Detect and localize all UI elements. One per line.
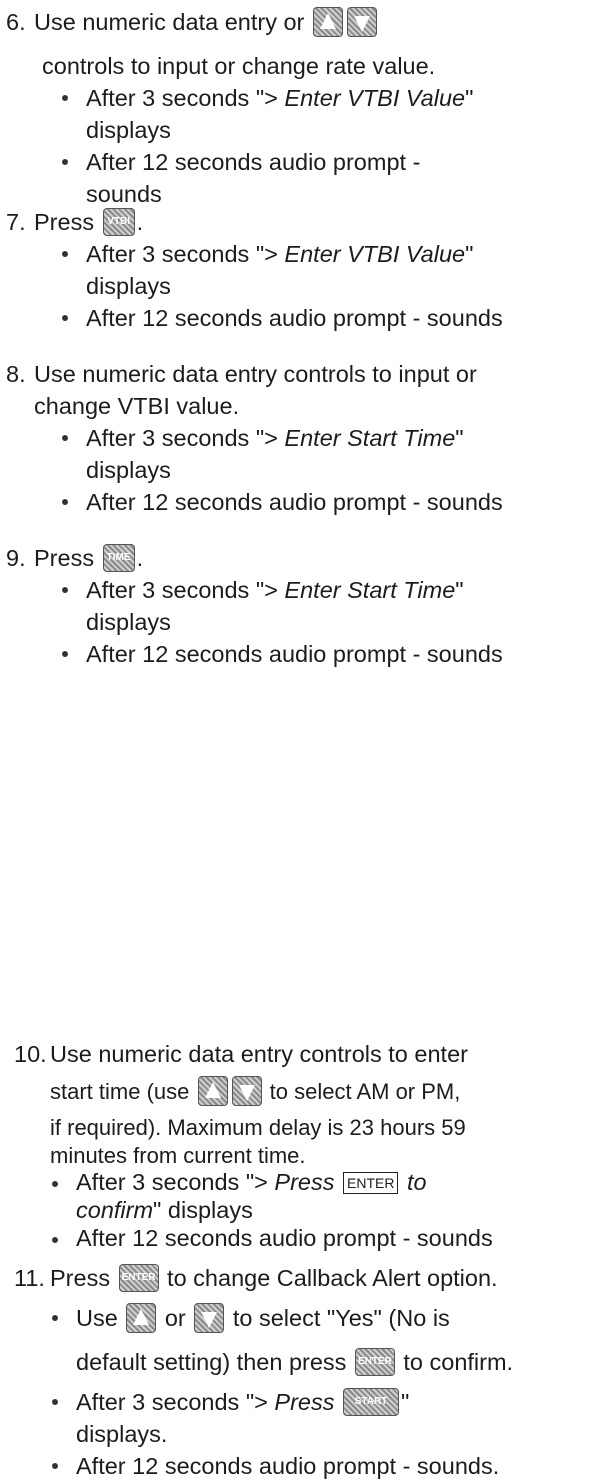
enter-key-icon: ENTER (354, 1347, 395, 1376)
step-number: 6. (6, 9, 26, 35)
step-text: controls to input or change rate value. (42, 53, 436, 79)
up-arrow-icon (126, 1302, 157, 1333)
bullet-list: After 3 seconds "> Enter VTBI Value" disp… (6, 238, 594, 334)
enter-key-icon: ENTER (343, 1172, 399, 1194)
list-item: After 12 seconds audio prompt - sounds. (50, 1450, 594, 1482)
step-11: 11. Press ENTER to change Callback Alert… (14, 1262, 594, 1482)
step-9: 9. Press TIME. After 3 seconds "> Enter … (6, 542, 594, 670)
enter-key-icon: ENTER (118, 1263, 159, 1292)
step-text: Use numeric data entry controls to enter (50, 1041, 468, 1067)
list-item: After 3 seconds "> Press ENTER to confirm… (50, 1168, 594, 1224)
step-number: 7. (6, 209, 26, 235)
bullet-list: Use or to select "Yes" (No is default se… (14, 1302, 594, 1482)
start-key-icon: START (343, 1387, 400, 1416)
step-number: 11. (14, 1265, 45, 1291)
step-text: Use numeric data entry or (34, 9, 305, 35)
list-item: After 12 seconds audio prompt - sounds (60, 486, 594, 518)
step-text: Press (34, 545, 95, 571)
step-number: 10. (14, 1041, 47, 1067)
list-item: After 12 seconds audio prompt - sounds (60, 638, 594, 670)
step-text: change VTBI value. (34, 393, 240, 419)
list-item: After 12 seconds audio prompt - sounds (60, 302, 594, 334)
time-key-icon: TIME (102, 543, 135, 572)
vtbi-key-icon: VTBI (102, 207, 135, 236)
step-number: 9. (6, 545, 26, 571)
bullet-list: After 3 seconds "> Enter Start Time" disp… (6, 574, 594, 670)
step-6: 6. Use numeric data entry or controls to… (6, 6, 594, 210)
up-arrow-icon (312, 6, 343, 37)
bullet-list: After 3 seconds "> Enter Start Time" disp… (6, 422, 594, 518)
list-item: After 3 seconds "> Enter VTBI Value" disp… (60, 238, 594, 302)
list-item: After 3 seconds "> Enter Start Time" disp… (60, 574, 594, 638)
bullet-list: After 3 seconds "> Enter VTBI Value" disp… (6, 82, 594, 210)
list-item: Use or to select "Yes" (No is default se… (50, 1302, 594, 1378)
down-arrow-icon (194, 1302, 225, 1333)
step-text: Press (34, 209, 95, 235)
step-8: 8. Use numeric data entry controls to in… (6, 358, 594, 518)
list-item: After 3 seconds "> Press START " displays. (50, 1386, 594, 1450)
step-text: minutes from current time. (50, 1143, 306, 1168)
step-number: 8. (6, 361, 26, 387)
up-arrow-icon (197, 1076, 228, 1107)
bullet-list: After 3 seconds "> Press ENTER to confirm… (14, 1168, 594, 1252)
down-arrow-icon (231, 1076, 262, 1107)
step-text: Use numeric data entry controls to input… (34, 361, 477, 387)
list-item: After 12 seconds audio prompt - sounds (50, 1224, 594, 1252)
step-text: if required). Maximum delay is 23 hours … (50, 1115, 466, 1140)
down-arrow-icon (346, 6, 377, 37)
list-item: After 3 seconds "> Enter Start Time" disp… (60, 422, 594, 486)
step-10: 10. Use numeric data entry controls to e… (14, 1038, 594, 1252)
list-item: After 12 seconds audio prompt - sounds (60, 146, 594, 210)
step-7: 7. Press VTBI. After 3 seconds "> Enter … (6, 206, 594, 334)
list-item: After 3 seconds "> Enter VTBI Value" disp… (60, 82, 594, 146)
